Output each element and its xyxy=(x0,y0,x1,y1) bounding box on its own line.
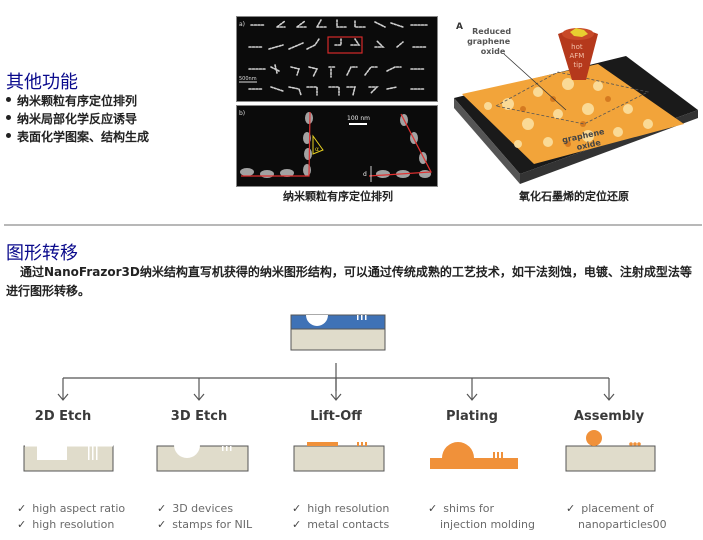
process-notes-3d-etch: ✓ 3D devices ✓ stamps for NIL xyxy=(157,501,252,533)
list-item: 纳米颗粒有序定位排列 xyxy=(6,92,149,110)
assembly-graphic xyxy=(565,430,656,472)
check-icon: ✓ xyxy=(292,502,302,515)
note-item: ✓ shims for xyxy=(428,502,495,515)
check-icon: ✓ xyxy=(566,502,576,515)
other-functions-title: 其他功能 xyxy=(6,72,78,93)
distance-label: d xyxy=(363,171,367,178)
note-item: ✓ high resolution xyxy=(292,502,390,515)
note-item: ✓ high resolution xyxy=(17,518,115,531)
bullet-icon xyxy=(6,115,11,120)
process-notes-lift-off: ✓ high resolution ✓ metal contacts xyxy=(292,501,389,533)
section-divider xyxy=(4,224,702,226)
angle-label: α xyxy=(315,146,319,153)
panel-a-image: a) 500nm xyxy=(236,16,438,102)
note-item: ✓ metal contacts xyxy=(292,518,390,531)
particle-arrangements-graphic: a) 500nm xyxy=(239,19,428,96)
note-item: nanoparticles00 xyxy=(578,518,667,531)
process-title-plating: Plating xyxy=(446,409,498,424)
panel-b-label: b) xyxy=(239,110,245,117)
nanoparticle-figure-caption: 纳米颗粒有序定位排列 xyxy=(283,190,393,203)
note-item: ✓ high aspect ratio xyxy=(17,502,126,515)
panel-b-image: α b) 100 nm d xyxy=(236,105,438,187)
note-item: injection molding xyxy=(440,518,535,531)
pattern-transfer-description: 通过NanoFrazor3D纳米结构直写机获得的纳米图形结构，可以通过传统成熟的… xyxy=(6,265,692,298)
panel-a-label: a) xyxy=(239,21,245,28)
panel-label: A xyxy=(456,22,463,32)
graphene-figure: hot AFM tip A Reduced graphene oxide gra… xyxy=(448,14,700,188)
check-icon: ✓ xyxy=(157,502,167,515)
other-functions-list: 纳米颗粒有序定位排列 纳米局部化学反应诱导 表面化学图案、结构生成 xyxy=(6,92,149,146)
process-notes-plating: ✓ shims for injection molding xyxy=(428,501,535,533)
process-notes-assembly: ✓ placement of nanoparticles00 xyxy=(566,501,667,533)
scale-bar-b-label: 100 nm xyxy=(347,115,370,122)
check-icon: ✓ xyxy=(292,518,302,531)
3d-etch-graphic xyxy=(156,445,249,472)
check-icon: ✓ xyxy=(17,502,27,515)
nanoparticle-figure: a) 500nm α b) 100 nm d xyxy=(236,16,440,188)
process-title-2d-etch: 2D Etch xyxy=(34,409,92,424)
scale-bar-a-label: 500nm xyxy=(239,76,257,82)
bullet-icon xyxy=(6,133,11,138)
check-icon: ✓ xyxy=(428,502,438,515)
note-item: ✓ stamps for NIL xyxy=(157,518,253,531)
bullet-icon xyxy=(6,97,11,102)
plating-graphic xyxy=(430,442,518,469)
2d-etch-graphic xyxy=(23,445,114,472)
particle-chain-graphic: α b) 100 nm d xyxy=(239,110,432,182)
process-title-assembly: Assembly xyxy=(573,409,645,424)
check-icon: ✓ xyxy=(17,518,27,531)
process-title-lift-off: Lift-Off xyxy=(310,409,362,424)
connector-lines xyxy=(62,363,610,400)
graphene-afm-graphic: hot AFM tip A Reduced graphene oxide gra… xyxy=(454,22,698,184)
source-sample-graphic xyxy=(290,314,386,351)
lift-off-graphic xyxy=(293,442,385,472)
graphene-figure-caption: 氧化石墨烯的定位还原 xyxy=(519,190,629,203)
note-item: ✓ 3D devices xyxy=(157,502,234,515)
reduced-graphene-oxide-label: Reduced graphene oxide xyxy=(467,27,514,56)
check-icon: ✓ xyxy=(157,518,167,531)
process-title-3d-etch: 3D Etch xyxy=(170,409,228,424)
note-item: ✓ placement of xyxy=(566,502,654,515)
pattern-transfer-title: 图形转移 xyxy=(6,243,78,264)
list-item: 表面化学图案、结构生成 xyxy=(6,128,149,146)
process-notes-2d-etch: ✓ high aspect ratio ✓ high resolution xyxy=(17,501,125,533)
list-item: 纳米局部化学反应诱导 xyxy=(6,110,149,128)
